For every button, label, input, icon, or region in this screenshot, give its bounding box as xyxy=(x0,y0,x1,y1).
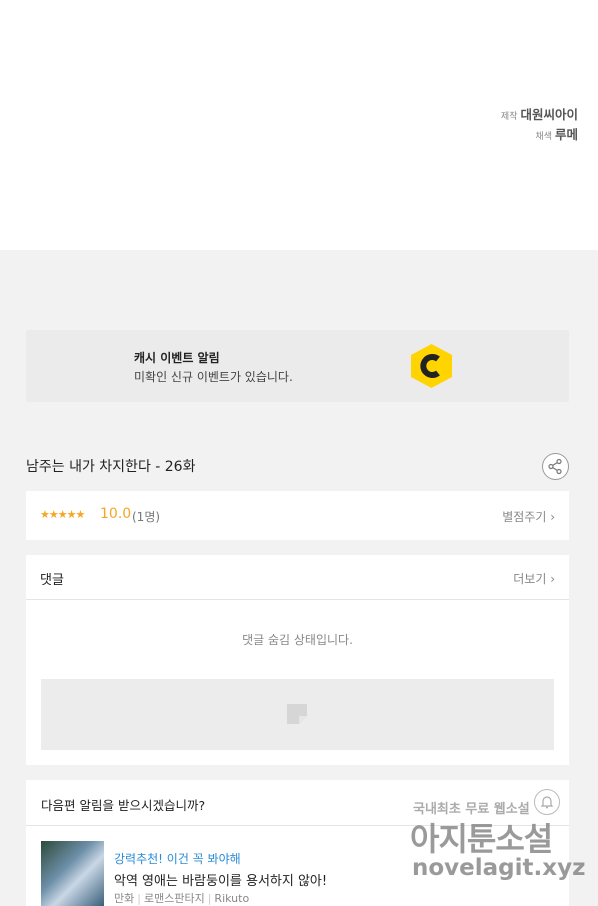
comments-hidden-message: 댓글 숨김 상태입니다. xyxy=(242,633,353,647)
share-button[interactable] xyxy=(542,453,569,480)
production-label: 제작 xyxy=(500,112,518,122)
recommended-comic-title[interactable]: 악역 영애는 바람둥이를 용서하지 않아! xyxy=(114,870,327,889)
bell-icon xyxy=(540,796,554,809)
credits: 제작 대원씨아이 채색 루메 xyxy=(501,106,578,146)
meta-type: 만화 xyxy=(114,892,135,905)
rating-card: ★★★★★ 10.0 (1명) 별점주기 › xyxy=(26,491,569,540)
ad-placeholder[interactable] xyxy=(41,679,554,750)
rating-score: 10.0 xyxy=(100,506,132,522)
next-episode-card: 다음편 알림을 받으시겠습니까? 강력추천! 이건 꼭 봐야해 악역 영애는 바… xyxy=(26,780,569,906)
episode-title: 남주는 내가 차지한다 - 26화 xyxy=(26,459,196,475)
meta-author: Rikuto xyxy=(214,892,250,905)
credit-coloring: 채색 루메 xyxy=(501,126,578,146)
cash-event-banner[interactable]: 캐시 이벤트 알림 미확인 신규 이벤트가 있습니다. xyxy=(26,330,569,402)
coloring-label: 채색 xyxy=(535,132,552,142)
recommend-label: 강력추천! 이건 꼭 봐야해 xyxy=(114,852,241,866)
recommended-comic-thumbnail[interactable] xyxy=(41,841,104,906)
recommended-comic-meta: 만화 | 로맨스판타지 | Rikuto xyxy=(114,892,250,905)
rating-count: (1명) xyxy=(132,510,161,524)
rate-button[interactable]: 별점주기 › xyxy=(502,508,555,525)
meta-genre: 로맨스판타지 xyxy=(143,892,205,905)
event-title: 캐시 이벤트 알림 xyxy=(134,351,220,365)
next-episode-header: 다음편 알림을 받으시겠습니까? xyxy=(26,780,569,826)
comments-more-link[interactable]: 더보기 › xyxy=(513,570,555,587)
notification-toggle-button[interactable] xyxy=(534,789,560,815)
credit-production: 제작 대원씨아이 xyxy=(501,106,578,126)
comments-title: 댓글 xyxy=(40,573,64,588)
production-value: 대원씨아이 xyxy=(520,107,578,122)
comments-card: 댓글 더보기 › 댓글 숨김 상태입니다. xyxy=(26,555,569,765)
ad-placeholder-icon xyxy=(287,704,307,724)
coloring-value: 루메 xyxy=(554,127,578,142)
share-icon xyxy=(548,458,562,475)
comments-header: 댓글 더보기 › xyxy=(26,555,569,600)
cash-logo-icon xyxy=(411,344,452,388)
rating-stars: ★★★★★ xyxy=(40,508,85,521)
next-episode-question: 다음편 알림을 받으시겠습니까? xyxy=(41,798,206,813)
content-top-area: 제작 대원씨아이 채색 루메 xyxy=(0,0,598,250)
event-description: 미확인 신규 이벤트가 있습니다. xyxy=(134,370,293,384)
